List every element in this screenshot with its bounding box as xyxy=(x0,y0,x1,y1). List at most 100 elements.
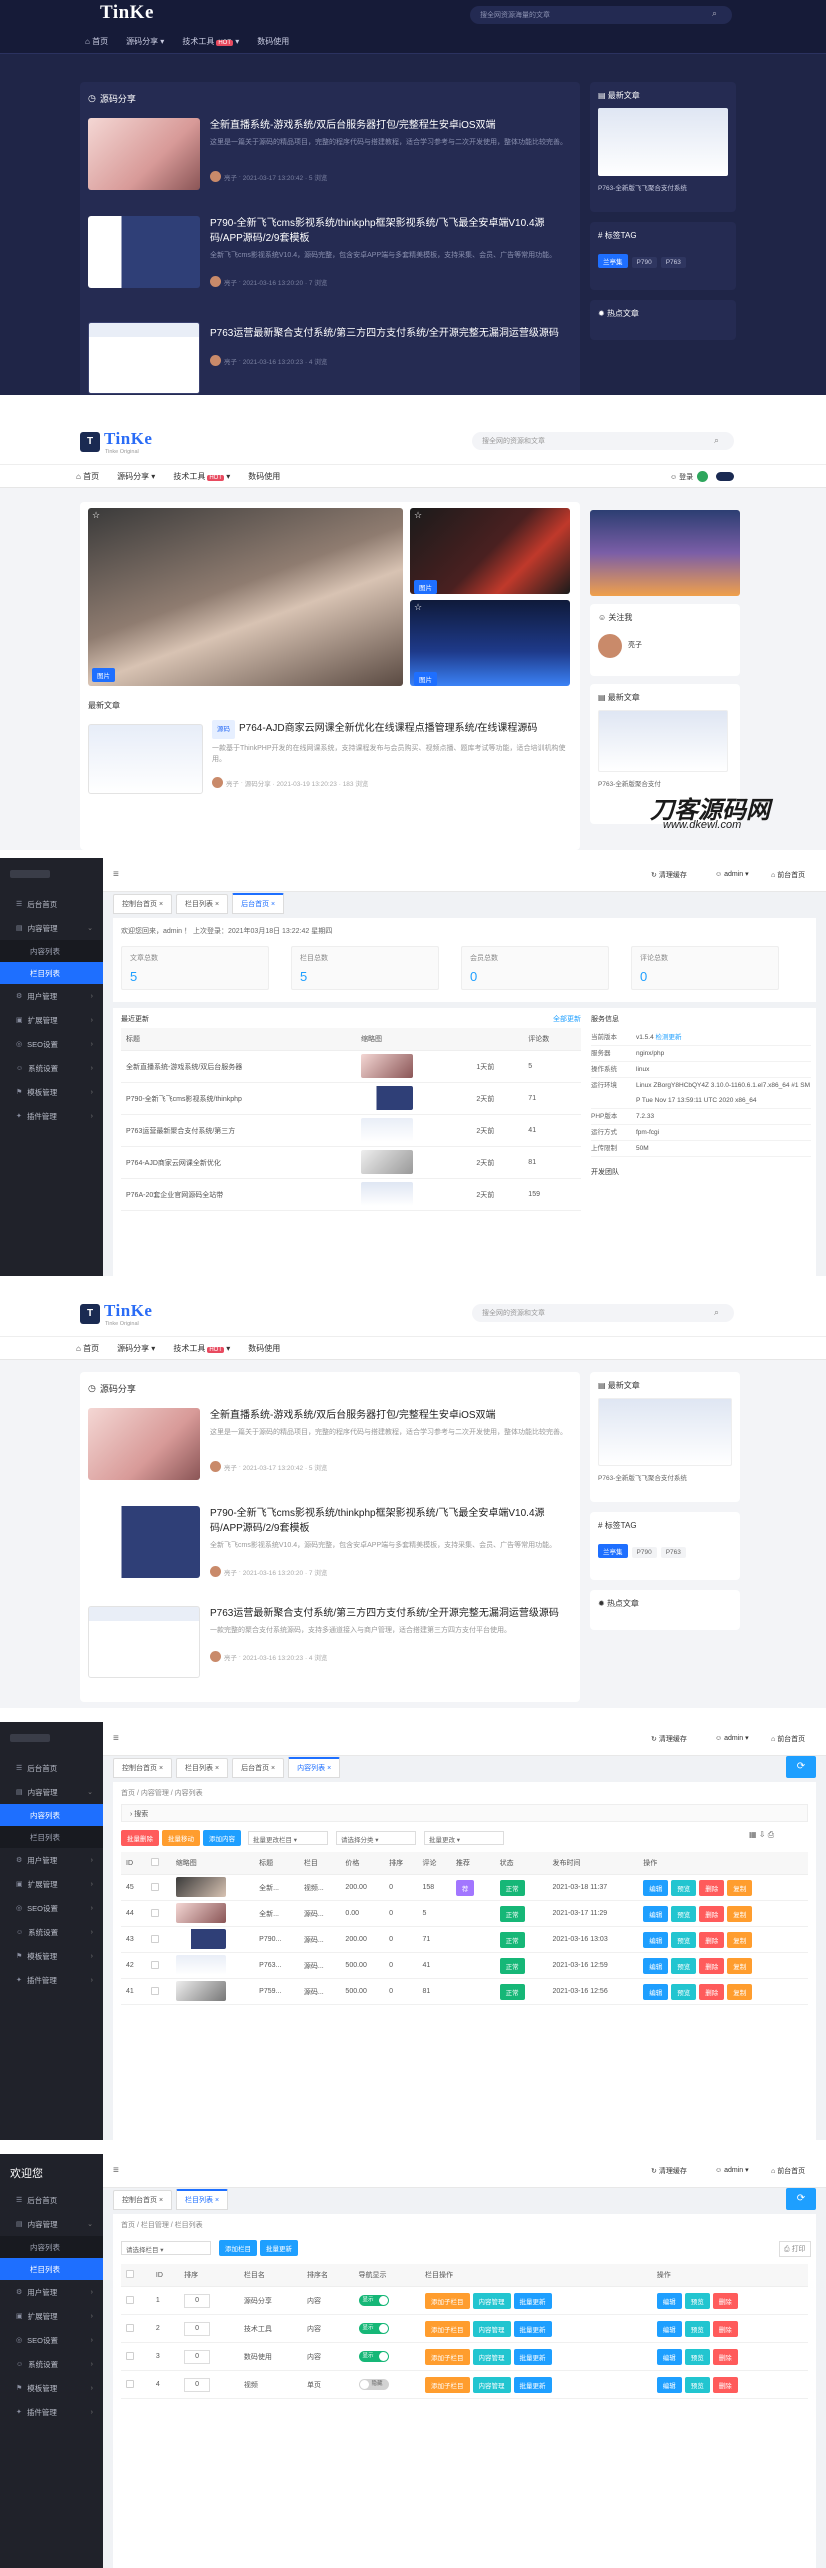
menu-toggle-icon[interactable]: ≡ xyxy=(113,2165,119,2176)
logo-mark-icon[interactable]: T xyxy=(80,432,100,452)
author-name[interactable]: 亮子 xyxy=(224,356,237,366)
search-icon[interactable]: ⌕ xyxy=(714,435,719,446)
nav-home[interactable]: ⌂ 首页 xyxy=(76,1343,99,1354)
menu-toggle-icon[interactable]: ≡ xyxy=(113,869,119,880)
sidebar-item[interactable]: ☰ 后台首页 xyxy=(0,892,103,916)
row-action-button[interactable]: 编辑 xyxy=(643,1931,669,1948)
category-tag[interactable]: 源码 xyxy=(212,720,235,739)
add-category-button[interactable]: 添加栏目 xyxy=(219,2240,257,2256)
tab-columns[interactable]: 栏目列表 × xyxy=(176,2189,229,2210)
tab-console[interactable]: 控制台首页 × xyxy=(113,894,173,914)
row-action-button[interactable]: 预览 xyxy=(671,1931,697,1948)
tag-item[interactable]: P790 xyxy=(631,1547,657,1558)
post-title[interactable]: 全新直播系统-游戏系统/双后台服务器打包/完整程生安卓iOS双端 xyxy=(210,1408,570,1423)
cell-name[interactable]: 数码使用 xyxy=(238,2342,303,2371)
status-badge[interactable]: 正常 xyxy=(499,1905,525,1922)
cell-title[interactable]: 全新... xyxy=(254,1900,299,1927)
table-row[interactable]: 3 0 数码使用 内容 显示 添加子栏目 内容管理 批量更新 编辑 预览 删除 xyxy=(121,2342,808,2371)
cell-title[interactable]: P759... xyxy=(254,1978,299,2005)
export-icon[interactable]: ⇩ xyxy=(759,1830,766,1839)
row-checkbox[interactable] xyxy=(126,2351,134,2360)
row-action-button[interactable]: 复制 xyxy=(727,1905,753,1922)
tab-columns[interactable]: 栏目列表 × xyxy=(176,1758,229,1778)
more-link[interactable]: 全部更新 xyxy=(553,1014,581,1024)
star-icon[interactable]: ☆ xyxy=(414,510,422,521)
hero-tag[interactable]: 图片 xyxy=(414,672,437,686)
row-checkbox[interactable] xyxy=(126,2379,134,2388)
batch-select[interactable]: 批量更改 ▾ xyxy=(424,1831,504,1845)
sidebar-item[interactable]: ◎ SEO设置 › xyxy=(0,2328,103,2352)
sidebar-item[interactable]: ✦ 插件管理 › xyxy=(0,1968,103,1992)
login-link[interactable]: ☺ 登录 xyxy=(670,472,693,482)
row-action-button[interactable]: 编辑 xyxy=(643,1957,669,1974)
search-panel[interactable]: › 搜索 xyxy=(121,1804,808,1822)
nav-digital[interactable]: 数码使用 xyxy=(248,471,280,482)
post-title[interactable]: P763运营最新聚合支付系统/第三方四方支付系统/全开源完整无漏洞运营级源码 xyxy=(210,326,570,341)
cell-title[interactable]: P790... xyxy=(254,1926,299,1953)
table-row[interactable]: 4 0 视频 单页 隐藏 添加子栏目 内容管理 批量更新 编辑 预览 删除 xyxy=(121,2370,808,2399)
post-thumbnail[interactable] xyxy=(88,1408,200,1480)
home-link[interactable]: ⌂ 前台首页 xyxy=(771,870,805,880)
column-action-button[interactable]: 添加子栏目 xyxy=(425,2292,470,2309)
table-row[interactable]: 1 0 源码分享 内容 显示 添加子栏目 内容管理 批量更新 编辑 预览 删除 xyxy=(121,2286,808,2315)
site-logo[interactable]: TinKe xyxy=(100,2,154,24)
column-action-button[interactable]: 内容管理 xyxy=(472,2376,511,2393)
row-checkbox[interactable] xyxy=(150,1986,159,1995)
row-action-button[interactable]: 编辑 xyxy=(643,1879,669,1896)
table-row[interactable]: P764-AJD商家云网课全新优化 2天前 81 xyxy=(121,1146,581,1179)
author-name[interactable]: 亮子 xyxy=(226,778,239,788)
sidebar-item[interactable]: ⚙ 用户管理 › xyxy=(0,1848,103,1872)
batch-delete-button[interactable]: 批量删除 xyxy=(121,1830,159,1846)
nav-toggle[interactable]: 隐藏 xyxy=(358,2379,389,2390)
author-name[interactable]: 亮子 xyxy=(628,640,642,650)
clear-cache-button[interactable]: ↻ 清理缓存 xyxy=(651,1734,687,1744)
nav-home[interactable]: ⌂ 首页 xyxy=(85,36,108,47)
post-title[interactable]: P764-AJD商家云网课全新优化在线课程点播管理系统/在线课程源码 xyxy=(239,723,537,734)
tag-item[interactable]: P790 xyxy=(631,257,657,268)
row-checkbox[interactable] xyxy=(150,1908,159,1917)
post-title[interactable]: 全新直播系统-游戏系统/双后台服务器打包/完整程生安卓iOS双端 xyxy=(210,118,570,133)
tab-admin-home[interactable]: 后台首页 × xyxy=(232,1758,285,1778)
table-row[interactable]: 全新直播系统-游戏系统/双后台服务器 1天前 5 xyxy=(121,1050,581,1083)
sidebar-item[interactable]: ✦ 插件管理 › xyxy=(0,2400,103,2424)
status-badge[interactable]: 正常 xyxy=(499,1931,525,1948)
nav-toggle[interactable]: 显示 xyxy=(358,2351,389,2362)
author-avatar[interactable] xyxy=(598,634,622,658)
status-badge[interactable]: 正常 xyxy=(499,1879,525,1896)
table-row[interactable]: 2 0 技术工具 内容 显示 添加子栏目 内容管理 批量更新 编辑 预览 删除 xyxy=(121,2314,808,2343)
widget-thumbnail[interactable] xyxy=(598,710,728,772)
search-input[interactable]: 搜全网的资源和文章 xyxy=(472,1304,734,1322)
settings-icon[interactable]: ⟳ xyxy=(786,2188,816,2210)
sort-input[interactable]: 0 xyxy=(184,2321,211,2336)
widget-post-title[interactable]: P763-全新版飞飞聚合支付系统 xyxy=(598,182,687,192)
category-select[interactable]: 请选择栏目 ▾ xyxy=(121,2241,211,2255)
user-menu[interactable]: ☺ admin ▾ xyxy=(715,2166,749,2174)
star-icon[interactable]: ☆ xyxy=(92,510,100,521)
column-action-button[interactable]: 添加子栏目 xyxy=(425,2348,470,2365)
row-action-button[interactable]: 编辑 xyxy=(656,2376,682,2393)
table-row[interactable]: P790-全新飞飞cms影视系统/thinkphp 2天前 71 xyxy=(121,1082,581,1115)
sidebar-item[interactable]: ☺ 系统设置 › xyxy=(0,1920,103,1944)
row-action-button[interactable]: 编辑 xyxy=(656,2348,682,2365)
sidebar-subitem[interactable]: 内容列表 xyxy=(0,1804,103,1826)
post-thumbnail[interactable] xyxy=(88,1606,200,1678)
sidebar-item[interactable]: ⚙ 用户管理 › xyxy=(0,984,103,1008)
search-icon[interactable]: ⌕ xyxy=(714,1307,719,1318)
column-action-button[interactable]: 批量更新 xyxy=(513,2320,552,2337)
table-row[interactable]: 45 全新... 视频... 200.00 0 158 荐 正常 2021-03-18 11:3… xyxy=(121,1874,808,1901)
batch-update-button[interactable]: 批量更新 xyxy=(260,2240,298,2256)
row-action-button[interactable]: 复制 xyxy=(727,1957,753,1974)
row-action-button[interactable]: 删除 xyxy=(712,2348,738,2365)
row-action-button[interactable]: 删除 xyxy=(699,1905,725,1922)
select-all-checkbox[interactable] xyxy=(150,1858,159,1866)
home-link[interactable]: ⌂ 前台首页 xyxy=(771,2166,805,2176)
sidebar-item[interactable]: ◎ SEO设置 › xyxy=(0,1896,103,1920)
sidebar-item[interactable]: ⚑ 模板管理 › xyxy=(0,2376,103,2400)
batch-move-button[interactable]: 批量移动 xyxy=(162,1830,200,1846)
nav-tools[interactable]: 技术工具 HOT ▾ xyxy=(173,471,230,482)
column-action-button[interactable]: 批量更新 xyxy=(513,2292,552,2309)
column-action-button[interactable]: 内容管理 xyxy=(472,2292,511,2309)
status-badge[interactable]: 正常 xyxy=(499,1957,525,1974)
print-button[interactable]: ⎙ 打印 xyxy=(779,2241,811,2257)
sidebar-item[interactable]: ☰ 后台首页 xyxy=(0,1756,103,1780)
